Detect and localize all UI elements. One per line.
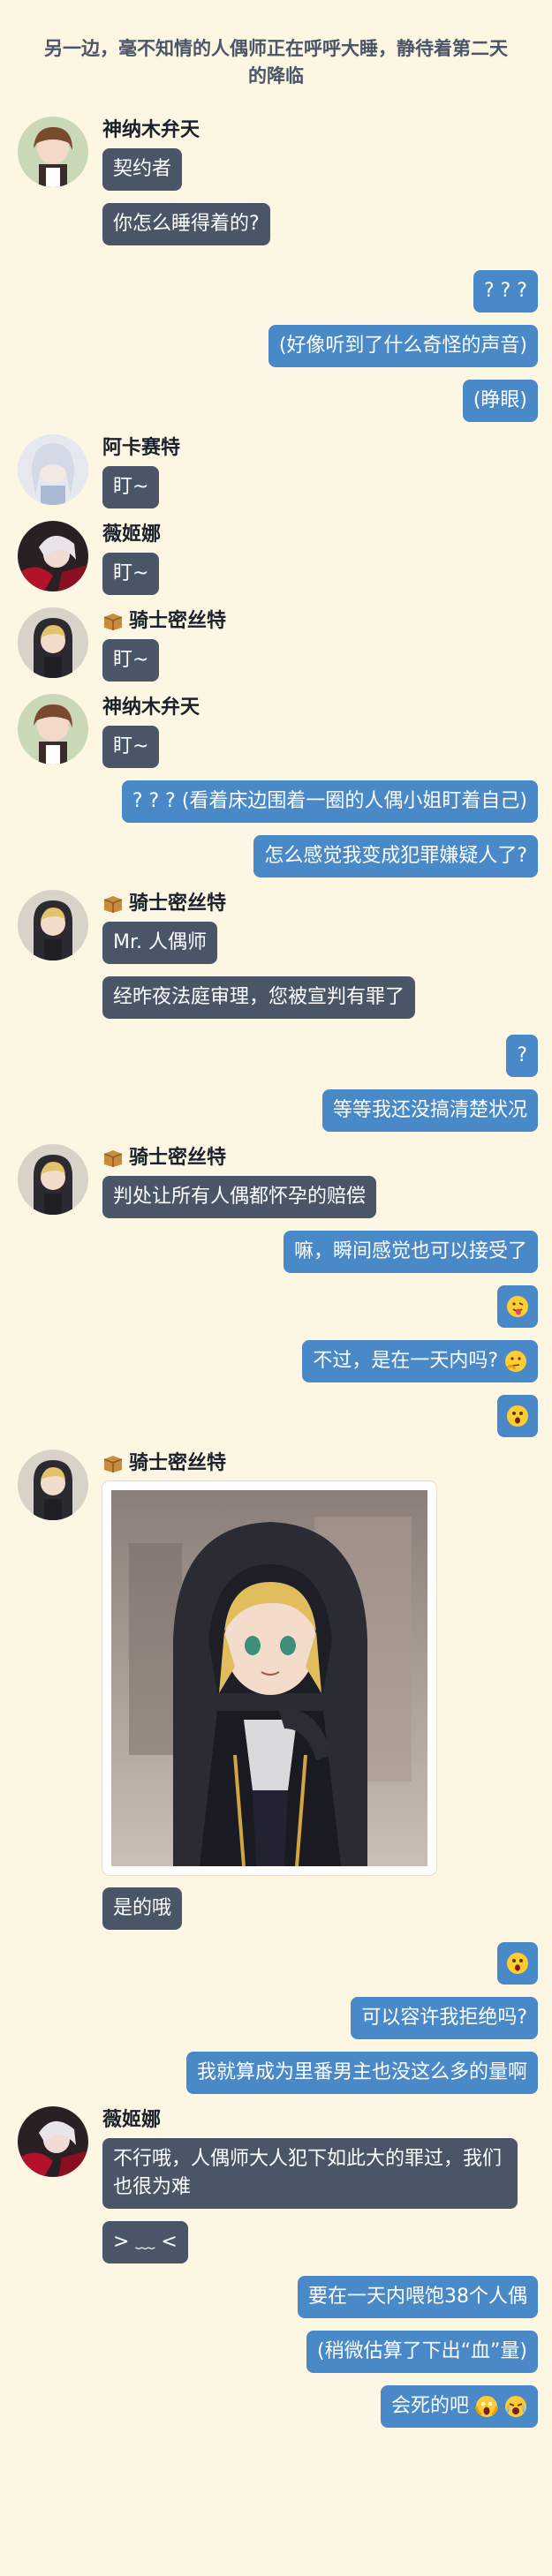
sender-name: 薇姬娜 — [102, 523, 162, 546]
weary-face-icon — [504, 2395, 527, 2418]
message-group: 骑士密丝特 判处让所有人偶都怀孕的赔偿 — [18, 1144, 538, 1231]
message-bubble: 盯~ — [102, 639, 160, 682]
avatar-qishi[interactable] — [18, 890, 88, 960]
sender-name: 薇姬娜 — [102, 2109, 162, 2131]
message-bubble: 经昨夜法庭审理，您被宣判有罪了 — [102, 976, 416, 1019]
avatar-qishi[interactable] — [18, 1144, 88, 1215]
message-group: 神纳木弁天 契约者 你怎么睡得着的? — [18, 117, 538, 258]
message-group: 骑士密丝特 Mr. 人偶师 经昨夜法庭审理，您被宣判有罪了 — [18, 890, 538, 1031]
sender-name: 神纳木弁天 — [102, 119, 200, 141]
sender-name: 阿卡赛特 — [102, 437, 181, 459]
thinking-face-icon — [504, 1350, 527, 1373]
message-bubble: 盯~ — [102, 466, 160, 508]
screaming-face-icon — [475, 2395, 498, 2418]
message-bubble: 会死的吧 — [380, 2385, 538, 2428]
message-bubble: ? ? ? (看着床边围着一圈的人偶小姐盯着自己) — [121, 780, 538, 823]
message-bubble: 要在一天内喂饱38个人偶 — [298, 2276, 538, 2318]
avatar-qishi[interactable] — [18, 607, 88, 678]
sender-name: 神纳木弁天 — [102, 697, 200, 719]
message-bubble: 嘛，瞬间感觉也可以接受了 — [283, 1231, 538, 1273]
message-bubble: ? ? ? — [473, 270, 538, 313]
message-bubble: 不行哦，人偶师大人犯下如此大的罪过，我们也很为难 — [102, 2138, 518, 2209]
chat-page: 另一边，毫不知情的人偶师正在呼呼大睡，静待着第二天的降临 神纳木弁天 契约者 你… — [0, 0, 552, 2576]
message-bubble: (好像听到了什么奇怪的声音) — [268, 325, 538, 367]
avatar-kanna[interactable] — [18, 117, 88, 187]
character-illustration — [111, 1490, 427, 1866]
avatar-weijina[interactable] — [18, 2106, 88, 2177]
sender-name: 骑士密丝特 — [102, 1451, 226, 1476]
sender-name: 骑士密丝特 — [102, 892, 226, 916]
tongue-face-icon — [506, 1295, 529, 1318]
package-icon — [102, 894, 124, 914]
message-bubble: ? — [506, 1035, 538, 1077]
astonished-face-icon — [506, 1952, 529, 1975]
message-bubble: 你怎么睡得着的? — [102, 203, 270, 245]
page-title: 另一边，毫不知情的人偶师正在呼呼大睡，静待着第二天的降临 — [44, 38, 508, 87]
avatar-akasaite[interactable] — [18, 434, 88, 505]
message-bubble: 契约者 — [102, 148, 183, 191]
message-bubble: 可以容许我拒绝吗? — [351, 1997, 538, 2039]
astonished-face-icon — [506, 1405, 529, 1427]
message-bubble: 不过，是在一天内吗? — [302, 1340, 538, 1382]
message-group: 神纳木弁天 盯~ — [18, 694, 538, 780]
message-group: 薇姬娜 盯~ — [18, 521, 538, 607]
message-group: 阿卡赛特 盯~ — [18, 434, 538, 521]
sender-name: 骑士密丝特 — [102, 609, 226, 634]
message-bubble: 我就算成为里番男主也没这么多的量啊 — [185, 2052, 538, 2094]
package-icon — [102, 1149, 124, 1168]
avatar-kanna[interactable] — [18, 694, 88, 765]
message-bubble: (稍微估算了下出“血”量) — [306, 2331, 538, 2373]
message-bubble — [497, 1942, 538, 1985]
message-bubble — [497, 1395, 538, 1437]
message-bubble: 判处让所有人偶都怀孕的赔偿 — [102, 1176, 377, 1218]
message-bubble: 怎么感觉我变成犯罪嫌疑人了? — [253, 835, 538, 877]
image-message[interactable] — [102, 1481, 436, 1875]
message-bubble: 等等我还没搞清楚状况 — [321, 1089, 538, 1132]
message-bubble: > ﹏ < — [102, 2221, 188, 2263]
message-bubble: Mr. 人偶师 — [102, 922, 217, 964]
message-group: 薇姬娜 不行哦，人偶师大人犯下如此大的罪过，我们也很为难 > ﹏ < — [18, 2106, 538, 2276]
message-bubble: (睁眼) — [462, 380, 538, 422]
chat-log: 神纳木弁天 契约者 你怎么睡得着的? ? ? ? (好像听到了什么奇怪的声音) … — [0, 99, 552, 2428]
message-group: 骑士密丝特 盯~ — [18, 607, 538, 694]
sender-name: 骑士密丝特 — [102, 1146, 226, 1171]
avatar-weijina[interactable] — [18, 521, 88, 591]
package-icon — [102, 612, 124, 631]
avatar-qishi[interactable] — [18, 1450, 88, 1520]
message-bubble — [497, 1285, 538, 1328]
message-bubble: 盯~ — [102, 726, 160, 768]
message-bubble: 是的哦 — [102, 1887, 183, 1930]
message-group: 骑士密丝特 是的哦 — [18, 1450, 538, 1942]
message-bubble: 盯~ — [102, 553, 160, 595]
package-icon — [102, 1454, 124, 1473]
